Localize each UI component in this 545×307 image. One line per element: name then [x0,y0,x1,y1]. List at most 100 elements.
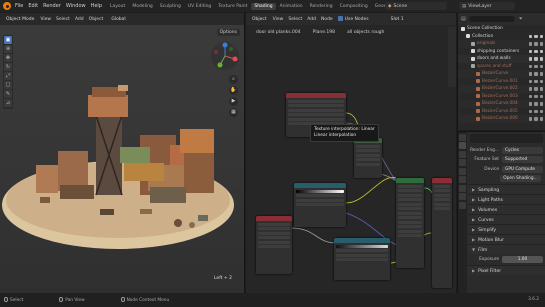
outliner-item[interactable]: Collection [458,33,545,41]
output-tab-icon[interactable] [459,150,466,158]
section-curves[interactable]: ▶ Curves [468,214,545,224]
checkbox-icon[interactable] [528,109,532,113]
tab-shading[interactable]: Shading [251,2,276,10]
material-output-node[interactable] [432,178,452,288]
use-nodes-toggle[interactable]: Use Nodes [337,16,369,22]
outliner-root[interactable]: Scene Collection [458,25,545,33]
tab-sculpting[interactable]: Sculpting [157,3,184,10]
outliner-item[interactable]: shipping containers [458,48,545,56]
options-dropdown[interactable]: Options [216,29,240,36]
eye-icon[interactable] [534,72,538,76]
eye-icon[interactable] [534,42,538,46]
checkbox-icon[interactable] [528,117,532,121]
view-layer-tab-icon[interactable] [459,159,466,166]
world-tab-icon[interactable] [459,176,466,183]
eye-icon[interactable] [534,117,538,121]
checkbox-icon[interactable] [528,49,532,53]
cursor-tool-icon[interactable]: ⊕ [4,45,12,53]
grid-view-icon[interactable]: ▦ [229,108,238,117]
eye-icon[interactable] [534,87,538,91]
section-sampling[interactable]: ▶ Sampling [468,184,545,194]
section-film[interactable]: ▼ Film [468,244,545,254]
object-tab-icon[interactable] [459,184,466,192]
section-simplify[interactable]: ▶ Simplify [468,224,545,234]
node-menu-view[interactable]: View [273,17,284,22]
checkbox-icon[interactable] [528,102,532,106]
tab-modeling[interactable]: Modeling [129,3,155,10]
outliner-search-input[interactable] [468,16,515,22]
measure-tool-icon[interactable]: ⊿ [4,99,12,107]
pixel-filter-section[interactable]: ▶ Pixel Filter [468,265,545,275]
shader-type-dropdown[interactable]: Object [249,15,270,23]
viewport-menu-select[interactable]: Select [56,17,70,22]
node-sidebar-tabs[interactable] [448,27,456,87]
camera-icon[interactable] [539,64,543,68]
outliner-display-mode-icon[interactable]: ▤ [461,16,466,22]
tab-rendering[interactable]: Rendering [307,3,336,10]
scale-tool-icon[interactable]: ⤢ [4,72,12,80]
camera-view-icon[interactable]: ▶ [229,97,238,106]
menu-render[interactable]: Render [43,3,61,9]
outliner-item[interactable]: originals [458,40,545,48]
section-motion-blur[interactable]: ▶ Motion Blur [468,234,545,244]
node-menu-select[interactable]: Select [288,17,302,22]
annotate-tool-icon[interactable]: ✎ [4,90,12,98]
camera-icon[interactable] [539,94,543,98]
open-shading-button[interactable]: Open Shading... [500,175,541,182]
outliner-item[interactable]: doors and walls [458,55,545,63]
camera-icon[interactable] [539,87,543,91]
modifier-tab-icon[interactable] [459,193,466,200]
eye-icon[interactable] [534,57,538,61]
render-tab-icon[interactable] [459,142,466,149]
outliner-item[interactable]: BezierCurve.006 [458,115,545,123]
mix-node[interactable] [354,138,382,178]
material-tab-icon[interactable] [459,201,466,209]
tab-texture-paint[interactable]: Texture Paint [215,3,250,10]
viewport-menu-view[interactable]: View [40,17,51,22]
select-box-tool-icon[interactable]: ▣ [4,36,12,44]
transform-tool-icon[interactable]: ▢ [4,81,12,89]
feature-set-dropdown[interactable]: Supported [502,156,543,163]
checkbox-icon[interactable] [528,57,532,61]
camera-icon[interactable] [539,34,543,38]
checkbox-icon[interactable] [528,34,532,38]
camera-icon[interactable] [539,57,543,61]
device-dropdown[interactable]: GPU Compute [502,165,543,173]
color-ramp-node[interactable] [294,183,346,227]
checkbox-icon[interactable] [528,79,532,83]
blender-logo-icon[interactable] [3,2,11,10]
outliner-item[interactable]: BezierCurve.002 [458,85,545,93]
tab-uv-editing[interactable]: UV Editing [185,3,214,10]
eye-icon[interactable] [534,49,538,53]
section-light-paths[interactable]: ▶ Light Paths [468,194,545,204]
shader-node-editor[interactable]: Object View Select Add Node Use Nodes Sl… [246,13,456,293]
use-nodes-checkbox[interactable] [337,16,343,21]
scene-tab-icon[interactable] [459,167,466,175]
camera-icon[interactable] [539,102,543,106]
camera-icon[interactable] [539,42,543,46]
transform-orientation-dropdown[interactable]: Global [108,15,129,23]
tool-tab-icon[interactable] [459,133,466,141]
scene-selector[interactable]: ◆ Scene [385,2,447,10]
breadcrumb-object[interactable]: door old planks.004 [256,30,301,35]
view-layer-selector[interactable]: ▤ ViewLayer [459,2,515,10]
section-volumes[interactable]: ▶ Volumes [468,204,545,214]
properties-search-input[interactable] [470,134,543,143]
menu-window[interactable]: Window [66,3,86,9]
outliner-item[interactable]: BezierCurve.003 [458,93,545,101]
texture-coordinate-node[interactable] [256,216,292,274]
outliner-item[interactable]: BezierCurve [458,70,545,78]
render-engine-dropdown[interactable]: Cycles [502,146,543,154]
camera-icon[interactable] [539,117,543,121]
tab-compositing[interactable]: Compositing [337,3,371,10]
eye-icon[interactable] [534,94,538,98]
breadcrumb-material[interactable]: all objects rough [347,30,384,35]
menu-edit[interactable]: Edit [28,3,38,9]
camera-icon[interactable] [539,109,543,113]
menu-file[interactable]: File [15,3,23,9]
filter-icon[interactable]: ⏷ [519,16,523,22]
camera-icon[interactable] [539,49,543,53]
principled-bsdf-node[interactable] [396,178,424,268]
exposure-field[interactable]: 1.00 [502,256,543,263]
tab-animation[interactable]: Animation [277,3,306,10]
